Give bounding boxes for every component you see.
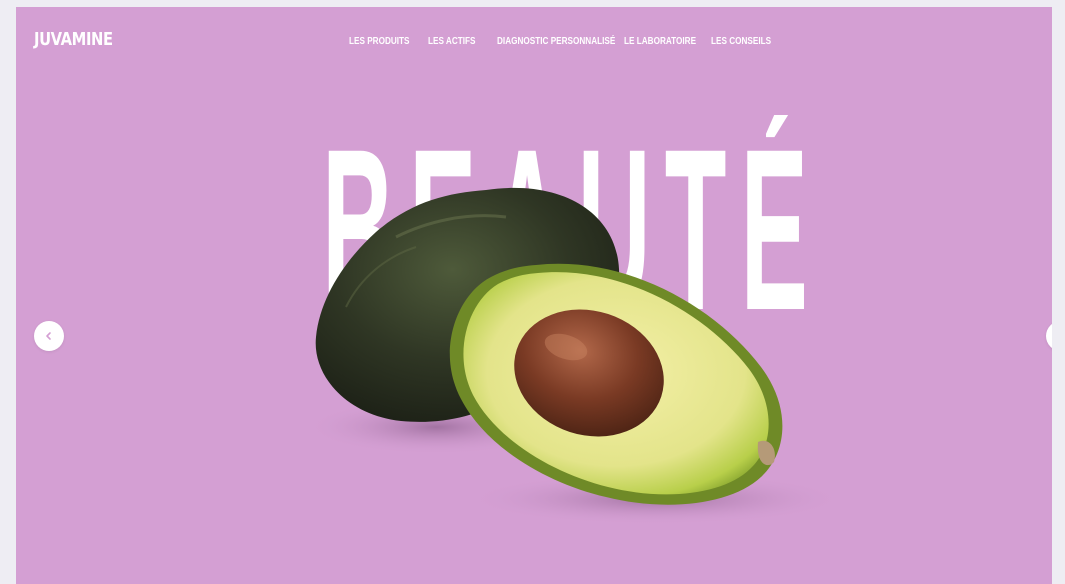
chevron-left-icon (46, 332, 51, 340)
avocado-image (306, 187, 846, 525)
hero-slide: JUVAMINE LES PRODUITS LES ACTIFS DIAGNOS… (16, 7, 1052, 584)
carousel-prev-button[interactable] (34, 321, 64, 351)
page-frame: JUVAMINE LES PRODUITS LES ACTIFS DIAGNOS… (16, 7, 1052, 584)
